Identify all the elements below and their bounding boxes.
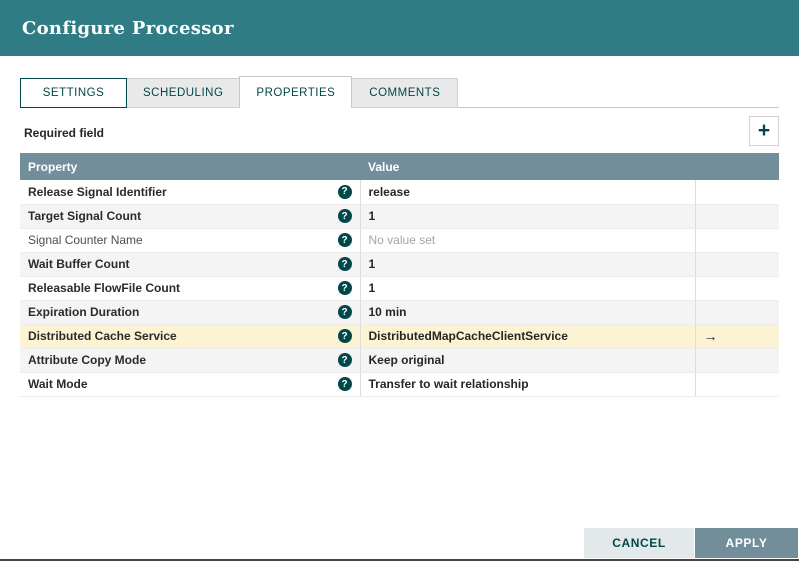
tab-bar: SETTINGS SCHEDULING PROPERTIES COMMENTS xyxy=(20,76,779,108)
property-name: Wait Buffer Count xyxy=(28,257,130,271)
table-row[interactable]: Attribute Copy Mode ? Keep original xyxy=(20,348,779,372)
tab-settings-label: SETTINGS xyxy=(43,87,105,99)
property-name: Distributed Cache Service xyxy=(28,329,177,343)
property-name: Attribute Copy Mode xyxy=(28,353,146,367)
property-name: Wait Mode xyxy=(28,377,88,391)
help-icon[interactable]: ? xyxy=(338,233,352,247)
property-value[interactable]: 10 min xyxy=(360,300,695,324)
help-icon[interactable]: ? xyxy=(338,353,352,367)
table-row[interactable]: Wait Mode ? Transfer to wait relationshi… xyxy=(20,372,779,396)
property-value[interactable]: No value set xyxy=(360,228,695,252)
property-name: Expiration Duration xyxy=(28,305,139,319)
property-name: Release Signal Identifier xyxy=(28,185,167,199)
help-icon[interactable]: ? xyxy=(338,257,352,271)
add-property-button[interactable]: + xyxy=(749,116,779,146)
help-icon[interactable]: ? xyxy=(338,305,352,319)
property-value[interactable]: DistributedMapCacheClientService xyxy=(360,324,695,348)
table-header-row: Property Value xyxy=(20,153,779,180)
tab-properties-label: PROPERTIES xyxy=(256,87,335,99)
go-to-service-icon[interactable]: → xyxy=(704,328,718,344)
tab-scheduling-label: SCHEDULING xyxy=(143,87,223,99)
property-value[interactable]: 1 xyxy=(360,276,695,300)
column-header-value: Value xyxy=(360,153,695,180)
help-icon[interactable]: ? xyxy=(338,209,352,223)
tab-settings[interactable]: SETTINGS xyxy=(20,78,127,108)
table-row[interactable]: Expiration Duration ? 10 min xyxy=(20,300,779,324)
properties-table: Property Value Release Signal Identifier… xyxy=(20,153,779,397)
tab-properties[interactable]: PROPERTIES xyxy=(239,76,352,108)
property-value[interactable]: Transfer to wait relationship xyxy=(360,372,695,396)
property-name: Signal Counter Name xyxy=(28,233,143,247)
property-value[interactable]: release xyxy=(360,180,695,204)
tab-comments[interactable]: COMMENTS xyxy=(351,78,458,108)
required-field-label: Required field xyxy=(24,126,104,140)
cancel-button[interactable]: CANCEL xyxy=(584,528,694,558)
table-row[interactable]: Target Signal Count ? 1 xyxy=(20,204,779,228)
table-row[interactable]: Release Signal Identifier ? release xyxy=(20,180,779,204)
column-header-property: Property xyxy=(20,153,360,180)
configure-processor-dialog: Configure Processor SETTINGS SCHEDULING … xyxy=(0,0,799,561)
help-icon[interactable]: ? xyxy=(338,281,352,295)
tab-scheduling[interactable]: SCHEDULING xyxy=(126,78,240,108)
plus-icon: + xyxy=(758,120,770,141)
table-row[interactable]: Releasable FlowFile Count ? 1 xyxy=(20,276,779,300)
table-row[interactable]: Wait Buffer Count ? 1 xyxy=(20,252,779,276)
properties-table-body: Release Signal Identifier ? release Targ… xyxy=(20,180,779,396)
property-name: Target Signal Count xyxy=(28,209,141,223)
property-name: Releasable FlowFile Count xyxy=(28,281,180,295)
table-row[interactable]: Signal Counter Name ? No value set xyxy=(20,228,779,252)
property-value[interactable]: Keep original xyxy=(360,348,695,372)
property-value[interactable]: 1 xyxy=(360,252,695,276)
tab-comments-label: COMMENTS xyxy=(369,87,440,99)
apply-button[interactable]: APPLY xyxy=(695,528,798,558)
help-icon[interactable]: ? xyxy=(338,329,352,343)
table-row[interactable]: Distributed Cache Service ? DistributedM… xyxy=(20,324,779,348)
column-header-action xyxy=(695,153,779,180)
dialog-title: Configure Processor xyxy=(22,18,234,39)
property-value[interactable]: 1 xyxy=(360,204,695,228)
help-icon[interactable]: ? xyxy=(338,377,352,391)
help-icon[interactable]: ? xyxy=(338,185,352,199)
dialog-header: Configure Processor xyxy=(0,0,799,56)
